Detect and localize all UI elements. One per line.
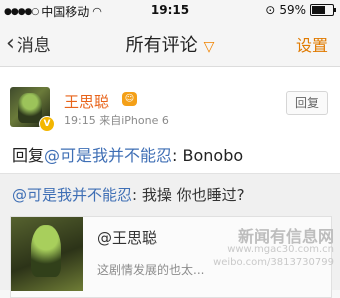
comment-body: 回复@可是我并不能忍: Bonobo (0, 133, 340, 173)
watermark-weibo: weibo.com/3813730799 (213, 257, 334, 268)
rotation-lock-icon: ⊙ (265, 3, 276, 17)
watermark-site: 新闻有信息网 (237, 227, 334, 246)
watermark: 新闻有信息网 www.mgac30.com.cn weibo.com/38137… (194, 227, 334, 284)
mention-link[interactable]: @可是我并不能忍 (44, 146, 172, 165)
battery-percent: 59% (279, 3, 306, 17)
quoted-text: @可是我并不能忍: 我操 你也睡过? (12, 184, 245, 205)
chevron-down-icon: ▽ (203, 39, 215, 55)
comment-source: 来自iPhone 6 (99, 114, 169, 127)
post-thumbnail (11, 217, 83, 291)
quoted-body: : 我操 你也睡过? (132, 186, 245, 204)
comment-filter-dropdown[interactable]: 所有评论 ▽ (0, 31, 340, 57)
nav-bar: ‹ 消息 所有评论 ▽ 设置 (0, 20, 340, 67)
reply-prefix: 回复 (12, 146, 45, 165)
vip-icon: ☺ (122, 92, 137, 106)
user-name[interactable]: 王思聪 (64, 91, 109, 112)
reply-button[interactable]: 回复 (286, 91, 328, 115)
post-meta: 19:15 来自iPhone 6 (64, 112, 169, 128)
comment-time: 19:15 (64, 114, 96, 127)
settings-button[interactable]: 设置 (296, 32, 328, 56)
card-description: 这剧情发展的也太... (97, 263, 205, 277)
comment-header: V 王思聪 ☺ 19:15 来自iPhone 6 回复 (0, 67, 340, 133)
status-bar: ●●●●○ 中国移动 ◠ 19:15 ⊙ 59% (0, 0, 340, 20)
card-title: @王思聪 (97, 229, 158, 247)
verified-badge-icon: V (39, 116, 55, 132)
quoted-comment[interactable]: @可是我并不能忍: 我操 你也睡过? @王思聪 这剧情发展的也太... 新闻有信… (0, 173, 340, 298)
page-title: 所有评论 (125, 35, 198, 56)
battery-icon (310, 4, 336, 16)
status-right: ⊙ 59% (265, 3, 336, 17)
comment-text: : Bonobo (172, 146, 244, 165)
watermark-url: www.mgac30.com.cn (227, 244, 334, 255)
quoted-mention-link[interactable]: @可是我并不能忍 (12, 186, 132, 204)
